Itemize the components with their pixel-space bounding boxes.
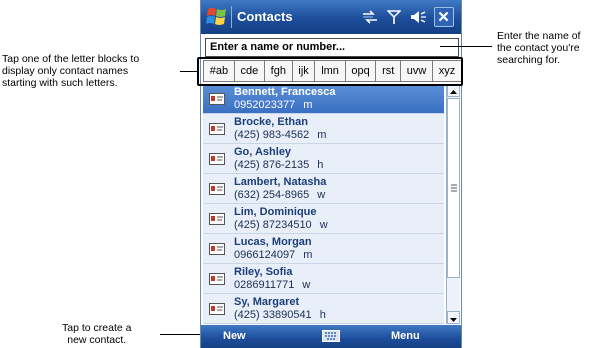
contact-card-icon <box>209 123 225 135</box>
signal-icon[interactable] <box>387 9 401 25</box>
search-callout-line <box>440 46 492 47</box>
contact-phone: (425) 876-2135 h <box>234 159 323 171</box>
annotation-line: Tap to create a <box>62 322 132 334</box>
phone-number: (632) 254-8965 <box>234 189 310 201</box>
phone-number: (425) 983-4562 <box>234 129 310 141</box>
phone-type: m <box>303 99 313 111</box>
grip-icon <box>451 184 457 192</box>
soft-key-bar: New Menu <box>201 325 461 348</box>
scroll-down-button[interactable] <box>447 311 460 324</box>
connectivity-icon[interactable] <box>361 9 379 25</box>
phone-type: h <box>317 159 324 171</box>
app-title: Contacts <box>237 9 293 24</box>
contact-row[interactable]: Sy, Margaret (425) 33890541 h <box>203 294 444 324</box>
contact-card-icon <box>209 183 225 195</box>
contact-row[interactable]: Lucas, Morgan 0966124097 m <box>203 234 444 264</box>
letter-tabs-annotation: Tap one of the letter blocks to display … <box>2 53 139 89</box>
contact-row[interactable]: Lim, Dominique (425) 87234510 w <box>203 204 444 234</box>
close-button[interactable] <box>434 7 454 27</box>
contact-phone: 0286911771 w <box>234 279 310 291</box>
contact-row[interactable]: Lambert, Natasha (632) 254-8965 w <box>203 174 444 204</box>
contact-name: Lim, Dominique <box>234 206 317 218</box>
contact-phone: (425) 33890541 h <box>234 309 326 321</box>
contact-phone: 0966124097 m <box>234 249 312 261</box>
volume-icon[interactable] <box>409 9 427 25</box>
phone-type: w <box>302 279 311 291</box>
search-input[interactable]: Enter a name or number... <box>205 38 459 57</box>
contact-card-icon <box>209 93 225 105</box>
contact-name: Lucas, Morgan <box>234 236 312 248</box>
annotation-line: the contact you're <box>497 42 580 54</box>
menu-softkey[interactable]: Menu <box>391 330 420 342</box>
phone-type: h <box>319 309 326 321</box>
annotation-line: starting with such letters. <box>2 77 118 89</box>
letter-tabs-highlight <box>197 57 463 86</box>
contact-card-icon <box>209 243 225 255</box>
new-contact-callout-line <box>160 334 200 335</box>
phone-number: 0286911771 <box>234 279 295 291</box>
title-bar: Contacts <box>201 0 461 34</box>
phone-number: 0966124097 <box>234 249 296 261</box>
contact-name: Lambert, Natasha <box>234 176 327 188</box>
contact-list: Bennett, Francesca 0952023377 m Brocke, E… <box>203 84 444 324</box>
windows-start-icon[interactable] <box>205 4 229 30</box>
annotation-line: display only contact names <box>2 65 129 77</box>
search-annotation: Enter the name of the contact you're sea… <box>497 30 580 66</box>
contact-name: Riley, Sofia <box>234 266 293 278</box>
arrow-up-icon <box>450 90 457 94</box>
contact-card-icon <box>209 273 225 285</box>
phone-type: m <box>317 129 327 141</box>
contact-phone: (425) 983-4562 m <box>234 129 326 141</box>
phone-type: w <box>319 219 328 231</box>
arrow-down-icon <box>450 318 457 322</box>
contacts-screen: Contacts Enter a name or number... #ab c… <box>200 0 462 348</box>
annotation-line: new contact. <box>67 334 127 346</box>
phone-number: (425) 87234510 <box>234 219 312 231</box>
phone-number: 0952023377 <box>234 99 296 111</box>
new-contact-annotation: Tap to create a new contact. <box>62 322 131 346</box>
title-separator <box>231 6 232 28</box>
contact-card-icon <box>209 153 225 165</box>
contact-name: Sy, Margaret <box>234 296 300 308</box>
contact-card-icon <box>209 213 225 225</box>
contact-row[interactable]: Brocke, Ethan (425) 983-4562 m <box>203 114 444 144</box>
contact-phone: (425) 87234510 w <box>234 219 328 231</box>
annotation-line: Enter the name of <box>497 30 581 42</box>
close-icon <box>438 11 449 22</box>
new-softkey[interactable]: New <box>223 330 246 342</box>
scroll-thumb[interactable] <box>447 98 460 278</box>
letter-tabs-callout-line <box>180 71 198 72</box>
contact-name: Brocke, Ethan <box>234 116 308 128</box>
phone-number: (425) 33890541 <box>234 309 312 321</box>
contact-row[interactable]: Go, Ashley (425) 876-2135 h <box>203 144 444 174</box>
keyboard-icon[interactable] <box>322 330 340 342</box>
contact-card-icon <box>209 303 225 315</box>
contact-row[interactable]: Riley, Sofia 0286911771 w <box>203 264 444 294</box>
contact-name: Bennett, Francesca <box>234 86 336 98</box>
annotation-line: searching for. <box>497 54 561 66</box>
contact-phone: 0952023377 m <box>234 99 312 111</box>
phone-number: (425) 876-2135 <box>234 159 310 171</box>
contact-phone: (632) 254-8965 w <box>234 189 325 201</box>
contact-name: Go, Ashley <box>234 146 292 158</box>
contact-row[interactable]: Bennett, Francesca 0952023377 m <box>203 84 444 114</box>
phone-type: m <box>303 249 313 261</box>
list-scrollbar[interactable] <box>446 84 460 324</box>
annotation-line: Tap one of the letter blocks to <box>2 53 140 65</box>
phone-type: w <box>317 189 326 201</box>
